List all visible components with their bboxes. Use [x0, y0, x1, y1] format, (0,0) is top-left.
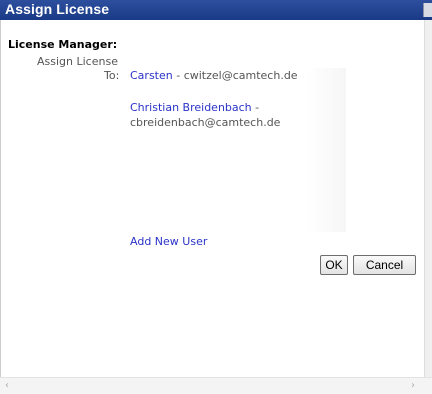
- vertical-scrollbar[interactable]: [424, 20, 432, 378]
- cancel-button[interactable]: Cancel: [353, 255, 416, 275]
- chevron-left-icon[interactable]: ‹: [5, 380, 9, 391]
- horizontal-scrollbar[interactable]: ‹ ›: [0, 377, 432, 394]
- recipient-item: Christian Breidenbach - cbreidenbach@cam…: [130, 100, 340, 130]
- recipient-separator: -: [172, 69, 184, 82]
- recipient-name-link[interactable]: Carsten: [130, 69, 173, 82]
- dialog-titlebar: Assign License: [0, 0, 432, 20]
- ok-button[interactable]: OK: [320, 255, 348, 275]
- to-label: To:: [104, 69, 120, 82]
- dialog-title: Assign License: [5, 1, 110, 17]
- close-icon[interactable]: [423, 3, 432, 17]
- recipient-item: Carsten - cwitzel@camtech.de: [130, 69, 298, 82]
- section-title: License Manager:: [8, 38, 118, 51]
- recipient-separator: -: [251, 101, 260, 114]
- recipient-list-panel: [128, 68, 346, 232]
- subtitle: Assign License: [37, 55, 118, 68]
- recipient-name-link[interactable]: Christian Breidenbach: [130, 101, 252, 114]
- recipient-email: cwitzel@camtech.de: [183, 69, 298, 82]
- chevron-right-icon[interactable]: ›: [411, 380, 415, 391]
- add-new-user-link[interactable]: Add New User: [130, 235, 207, 248]
- recipient-email: cbreidenbach@camtech.de: [130, 116, 281, 129]
